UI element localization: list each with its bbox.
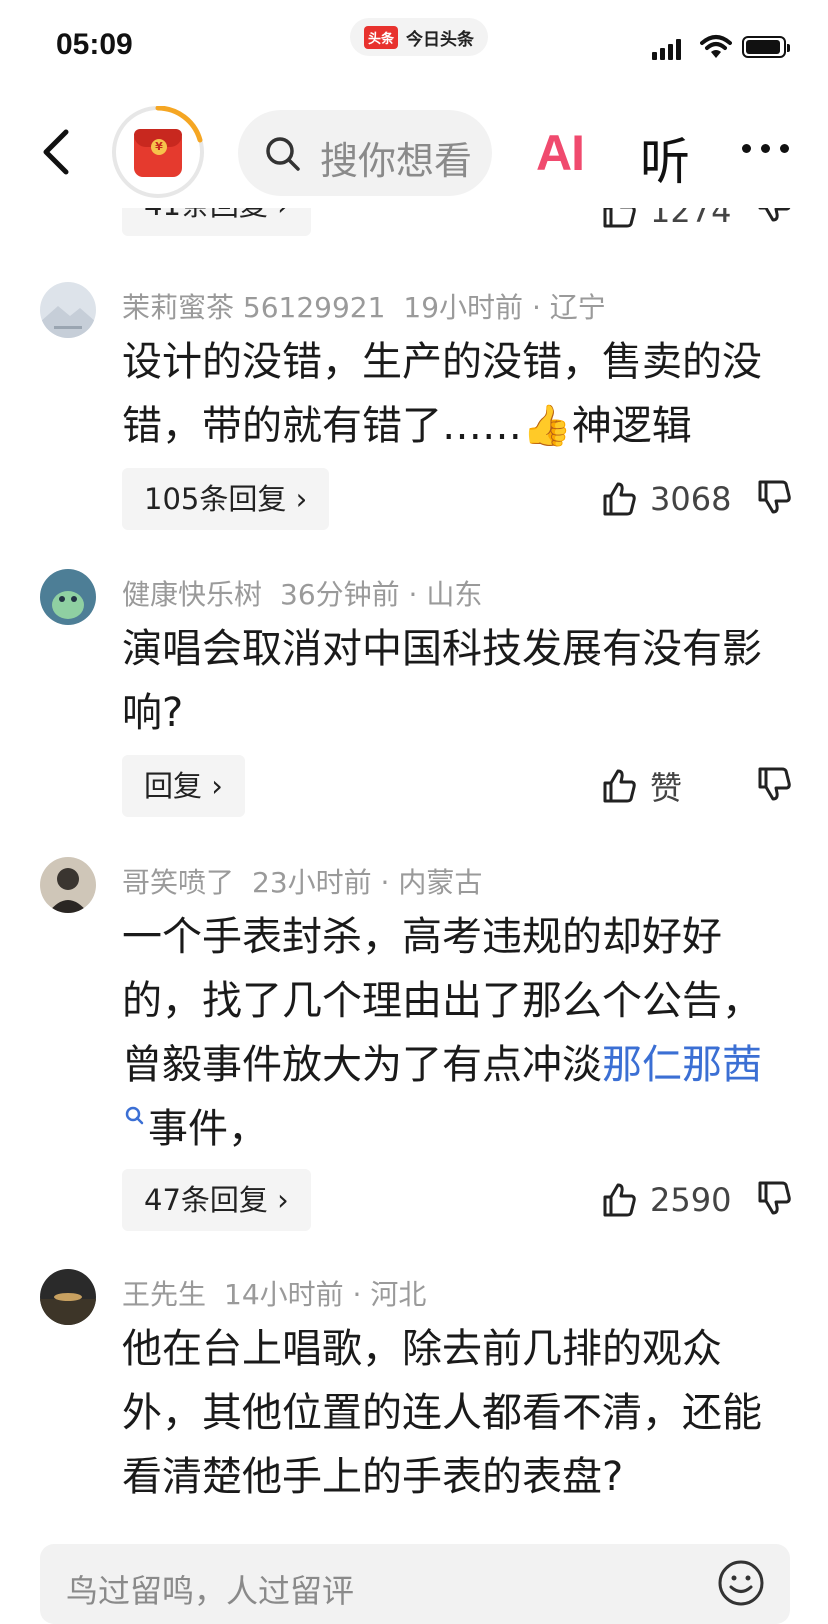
view-replies-button[interactable]: 47条回复 › [122,1169,311,1231]
comment-text[interactable]: 一个手表封杀，高考违规的却好好的，找了几个理由出了那么个公告，曾毅事件放大为了有… [122,905,772,1161]
search-link[interactable]: 那仁那茜 [602,1042,762,1088]
thumb-down-icon[interactable] [755,478,793,516]
avatar[interactable] [40,857,96,913]
view-replies-button[interactable]: 105条回复 › [122,468,330,530]
comment-meta: 哥笑喷了 23小时前 · 内蒙古 [122,866,483,899]
comment-region: 山东 [426,578,483,611]
coin-icon: ¥ [151,139,167,155]
ai-button[interactable]: AI [536,124,585,182]
username[interactable]: 健康快乐树 [122,578,262,611]
like-count: 3068 [650,480,732,518]
search-icon [266,137,300,171]
red-envelope-button[interactable]: ¥ [112,106,204,198]
like-label: 赞 [650,769,683,807]
toutiao-logo: 头条 [364,25,399,49]
top-nav-bar: ¥ 搜你想看 AI 听 [0,96,828,208]
red-envelope-icon: ¥ [134,129,182,177]
search-link-icon[interactable] [122,1103,148,1133]
username[interactable]: 茉莉蜜茶 56129921 [122,291,385,324]
comment-time: 36分钟前 [280,578,400,611]
thumbs-up-emoji: 👍 [522,403,572,449]
username[interactable]: 哥笑喷了 [122,866,234,899]
thumb-up-icon [603,482,636,516]
comment-time: 19小时前 [403,291,524,324]
comment-meta: 健康快乐树 36分钟前 · 山东 [122,578,483,611]
cellular-signal-icon [652,38,681,60]
avatar[interactable] [40,282,96,338]
reply-button[interactable]: 回复 › [122,755,245,817]
comment-region: 河北 [370,1278,427,1311]
source-app-name: 今日头条 [406,29,475,50]
battery-icon [742,36,790,58]
comment-region: 内蒙古 [398,866,483,899]
avatar[interactable] [40,569,96,625]
comment-text[interactable]: 演唱会取消对中国科技发展有没有影响? [122,617,772,745]
like-button[interactable]: 3068 [600,474,731,524]
wifi-icon [700,35,732,58]
comment-time: 23小时前 [252,866,372,899]
comment-input-placeholder: 鸟过留鸣，人过留评 [66,1572,355,1610]
avatar[interactable] [40,1269,96,1325]
search-box[interactable]: 搜你想看 [238,110,492,196]
status-time: 05:09 [56,28,133,61]
status-bar: 05:09 头条 今日头条 [0,0,828,96]
more-menu-icon[interactable] [742,144,789,153]
comment-input-bar: 鸟过留鸣，人过留评 [0,1526,828,1624]
like-button[interactable]: 2590 [600,1175,731,1225]
comment-text[interactable]: 他在台上唱歌，除去前几排的观众外，其他位置的连人都看不清，还能看清楚他手上的手表… [122,1317,772,1509]
comment-meta: 茉莉蜜茶 56129921 19小时前 · 辽宁 [122,291,606,324]
emoji-icon[interactable] [716,1558,766,1608]
comment-time: 14小时前 [224,1278,344,1311]
comment-meta: 王先生 14小时前 · 河北 [122,1278,427,1311]
like-button[interactable]: 赞 [600,761,682,811]
thumb-down-icon[interactable] [755,1179,793,1217]
source-app-pill[interactable]: 头条 今日头条 [350,18,489,56]
thumb-down-icon[interactable] [755,765,793,803]
thumb-up-icon [603,769,636,803]
comment-region: 辽宁 [549,291,606,324]
ai-label: AI [536,125,585,181]
search-placeholder: 搜你想看 [320,139,473,183]
username[interactable]: 王先生 [122,1278,206,1311]
comment-text[interactable]: 设计的没错，生产的没错，售卖的没错，带的就有错了……👍神逻辑 [122,330,772,458]
comment-input[interactable]: 鸟过留鸣，人过留评 [40,1544,790,1624]
comment-list: 41条回复 › 1274 茉莉蜜茶 56129921 19小时前 · 辽宁 设计的… [0,196,828,1526]
listen-button[interactable]: 听 [640,122,690,194]
back-arrow-icon[interactable] [34,128,82,176]
thumb-up-icon [603,1183,636,1217]
like-count: 2590 [650,1181,732,1219]
